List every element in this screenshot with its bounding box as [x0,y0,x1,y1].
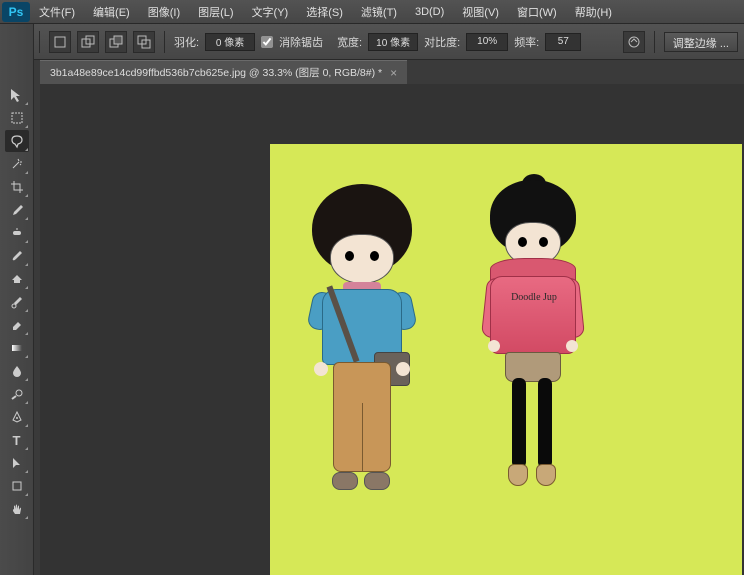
contrast-input[interactable] [466,33,508,51]
menu-help[interactable]: 帮助(H) [566,4,621,20]
dodge-tool[interactable] [5,383,29,405]
pen-tool[interactable] [5,406,29,428]
marquee-tool[interactable] [5,107,29,129]
selection-add-icon[interactable] [77,31,99,53]
move-tool[interactable] [5,84,29,106]
brush-tool[interactable] [5,245,29,267]
clone-stamp-tool[interactable] [5,268,29,290]
menu-layer[interactable]: 图层(L) [189,4,242,20]
menu-type[interactable]: 文字(Y) [243,4,298,20]
width-input[interactable] [368,33,418,51]
document-tabbar: 3b1a48e89ce14cd99ffbd536b7cb625e.jpg @ 3… [0,60,744,84]
eraser-tool[interactable] [5,314,29,336]
path-selection-tool[interactable] [5,452,29,474]
tools-panel: T [0,24,34,575]
selection-new-icon[interactable] [49,31,71,53]
menu-image[interactable]: 图像(I) [139,4,189,20]
refine-edge-button[interactable]: 调整边缘 ... [664,32,738,52]
contrast-label: 对比度: [424,34,460,50]
frequency-label: 频率: [514,34,539,50]
illustration-girl: Doodle Jup [490,180,576,254]
feather-label: 羽化: [174,34,199,50]
frequency-input[interactable] [545,33,581,51]
document-canvas[interactable]: Doodle Jup [270,144,742,575]
magic-wand-tool[interactable] [5,153,29,175]
antialias-checkbox[interactable] [261,36,273,48]
gradient-tool[interactable] [5,337,29,359]
menu-view[interactable]: 视图(V) [453,4,508,20]
menu-edit[interactable]: 编辑(E) [84,4,139,20]
hoodie-graphic-text: Doodle Jup [505,293,563,303]
healing-brush-tool[interactable] [5,222,29,244]
document-tab[interactable]: 3b1a48e89ce14cd99ffbd536b7cb625e.jpg @ 3… [40,60,407,84]
selection-subtract-icon[interactable] [105,31,127,53]
antialias-label: 消除锯齿 [279,34,323,50]
pen-pressure-icon[interactable] [623,31,645,53]
eyedropper-tool[interactable] [5,199,29,221]
menu-filter[interactable]: 滤镜(T) [352,4,406,20]
width-label: 宽度: [337,34,362,50]
shape-tool[interactable] [5,475,29,497]
blur-tool[interactable] [5,360,29,382]
menubar: Ps 文件(F) 编辑(E) 图像(I) 图层(L) 文字(Y) 选择(S) 滤… [0,0,744,24]
menu-select[interactable]: 选择(S) [297,4,352,20]
feather-input[interactable] [205,33,255,51]
crop-tool[interactable] [5,176,29,198]
menu-3d[interactable]: 3D(D) [406,6,453,18]
menu-window[interactable]: 窗口(W) [508,4,566,20]
type-tool[interactable]: T [5,429,29,451]
document-tab-title: 3b1a48e89ce14cd99ffbd536b7cb625e.jpg @ 3… [50,65,382,80]
menu-file[interactable]: 文件(F) [30,4,84,20]
hand-tool[interactable] [5,498,29,520]
canvas-area: Doodle Jup [40,84,744,575]
selection-intersect-icon[interactable] [133,31,155,53]
history-brush-tool[interactable] [5,291,29,313]
options-bar: 羽化: 消除锯齿 宽度: 对比度: 频率: 调整边缘 ... [0,24,744,60]
app-logo: Ps [2,2,30,22]
illustration-boy [312,184,412,274]
lasso-tool[interactable] [5,130,29,152]
tab-close-icon[interactable]: × [390,66,397,80]
